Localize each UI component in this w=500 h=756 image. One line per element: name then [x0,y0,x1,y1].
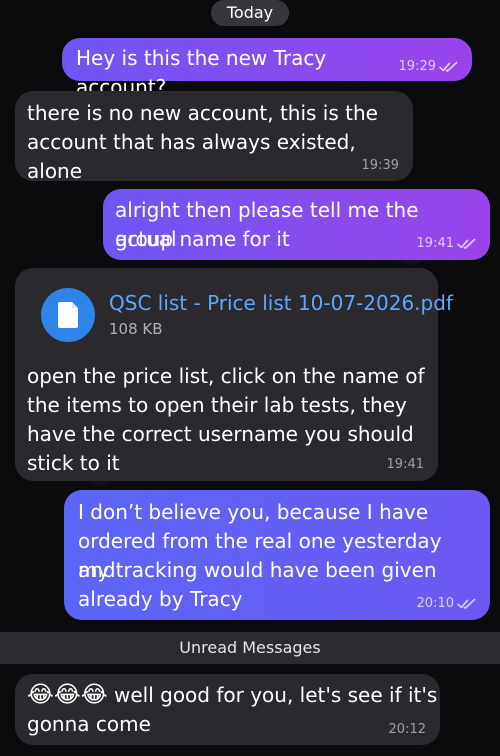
outgoing-message-2[interactable]: alright then please tell me the actual g… [103,189,490,260]
document-icon [41,288,95,342]
double-check-icon [457,238,476,249]
file-attachment[interactable]: QSC list - Price list 10-07-2026.pdf 108… [41,288,453,352]
file-name[interactable]: QSC list - Price list 10-07-2026.pdf [109,291,453,316]
date-separator: Today [211,0,289,26]
message-line: well good for you, let's see if it's [113,683,438,707]
incoming-message-last[interactable]: 😂😂😂 well good for you, let's see if it's… [15,674,440,745]
incoming-message-file[interactable]: QSC list - Price list 10-07-2026.pdf 108… [15,268,453,481]
message-first-line: 😂😂😂 well good for you, let's see if it's [27,681,437,710]
message-meta: 19:29 [399,60,458,73]
message-line: gonna come [27,712,151,736]
message-line: my tracking would have been given [78,558,437,582]
message-line: the items to open their lab tests, they [27,393,407,417]
message-line: already by Tracy [78,587,243,611]
message-line: open the price list, click on the name o… [27,364,425,388]
message-meta: 19:39 [362,159,399,172]
message-meta: 20:10 [417,597,476,610]
laughing-emoji: 😂😂😂 [27,682,108,708]
double-check-icon [457,598,476,609]
outgoing-message-3[interactable]: I don’t believe you, because I have orde… [64,490,490,620]
message-meta: 19:41 [417,237,476,250]
file-size: 108 KB [109,320,163,338]
message-time: 20:10 [416,596,454,611]
message-meta: 19:41 [387,458,424,471]
message-time: 19:41 [416,236,454,251]
message-line: there is no new account, this is the [27,101,378,125]
message-line: have the correct username you should [27,422,414,446]
message-time: 19:39 [361,158,399,173]
unread-messages-divider: Unread Messages [0,632,500,664]
message-line: stick to it [27,451,120,475]
message-time: 20:12 [388,722,426,737]
message-time: 19:29 [398,59,436,74]
message-meta: 20:12 [389,723,426,736]
double-check-icon [439,61,458,72]
message-line: account that has always existed, alone [27,130,363,183]
message-line: I don’t believe you, because I have [78,500,429,524]
message-time: 19:41 [386,457,424,472]
incoming-message-1[interactable]: there is no new account, this is the acc… [15,91,413,183]
outgoing-message-1[interactable]: Hey is this the new Tracy account? 19:29 [62,38,472,99]
